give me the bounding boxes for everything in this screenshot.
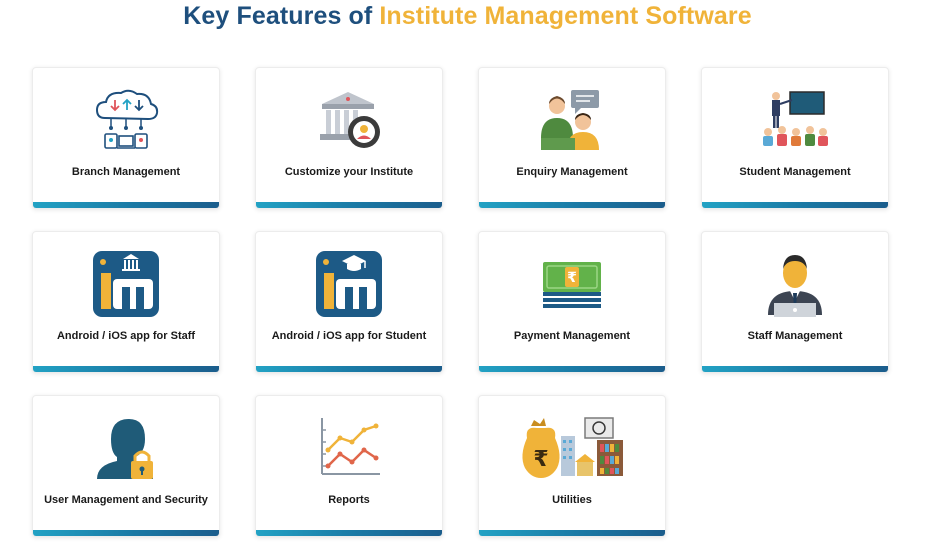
feature-card-staff-management[interactable]: Staff Management [701,231,889,373]
card-accent-bar [256,366,442,372]
enquiry-people-icon [479,80,665,160]
feature-label: Android / iOS app for Staff [56,330,196,342]
feature-label: Branch Management [71,166,181,178]
feature-card-branch-management[interactable]: Branch Management [32,67,220,209]
feature-label: Enquiry Management [516,166,628,178]
page-title: Key Features of Institute Management Sof… [0,2,935,31]
feature-card-student-app[interactable]: Android / iOS app for Student [255,231,443,373]
card-accent-bar [33,530,219,536]
feature-card-utilities[interactable]: ₹ Utilities [478,395,666,537]
staff-app-logo-icon [33,244,219,324]
card-accent-bar [479,202,665,208]
card-accent-bar [479,366,665,372]
line-chart-icon [256,408,442,488]
feature-card-enquiry-management[interactable]: Enquiry Management [478,67,666,209]
feature-label: Student Management [739,166,851,178]
feature-label: Utilities [552,494,592,506]
card-accent-bar [33,202,219,208]
feature-label: User Management and Security [44,494,208,506]
feature-card-payment-management[interactable]: ₹ Payment Management [478,231,666,373]
institute-settings-icon [256,80,442,160]
title-prefix: Key Features of [183,2,373,30]
svg-text:₹: ₹ [567,270,577,286]
student-app-logo-icon [256,244,442,324]
staff-person-icon [702,244,888,324]
cloud-network-icon [33,80,219,160]
feature-label: Customize your Institute [284,166,414,178]
user-lock-icon [33,408,219,488]
feature-card-customize-institute[interactable]: Customize your Institute [255,67,443,209]
feature-label: Payment Management [513,330,631,342]
classroom-icon [702,80,888,160]
feature-card-staff-app[interactable]: Android / iOS app for Staff [32,231,220,373]
feature-card-user-management-security[interactable]: User Management and Security [32,395,220,537]
feature-card-student-management[interactable]: Student Management [701,67,889,209]
card-accent-bar [702,202,888,208]
feature-label: Reports [328,494,370,506]
feature-label: Android / iOS app for Student [271,330,427,342]
title-accent: Institute Management Software [379,2,752,30]
card-accent-bar [702,366,888,372]
feature-card-reports[interactable]: Reports [255,395,443,537]
card-accent-bar [33,366,219,372]
money-stack-icon: ₹ [479,244,665,324]
card-accent-bar [256,530,442,536]
card-accent-bar [479,530,665,536]
svg-text:₹: ₹ [533,447,548,472]
feature-label: Staff Management [747,330,843,342]
card-accent-bar [256,202,442,208]
utilities-icon: ₹ [479,408,665,488]
